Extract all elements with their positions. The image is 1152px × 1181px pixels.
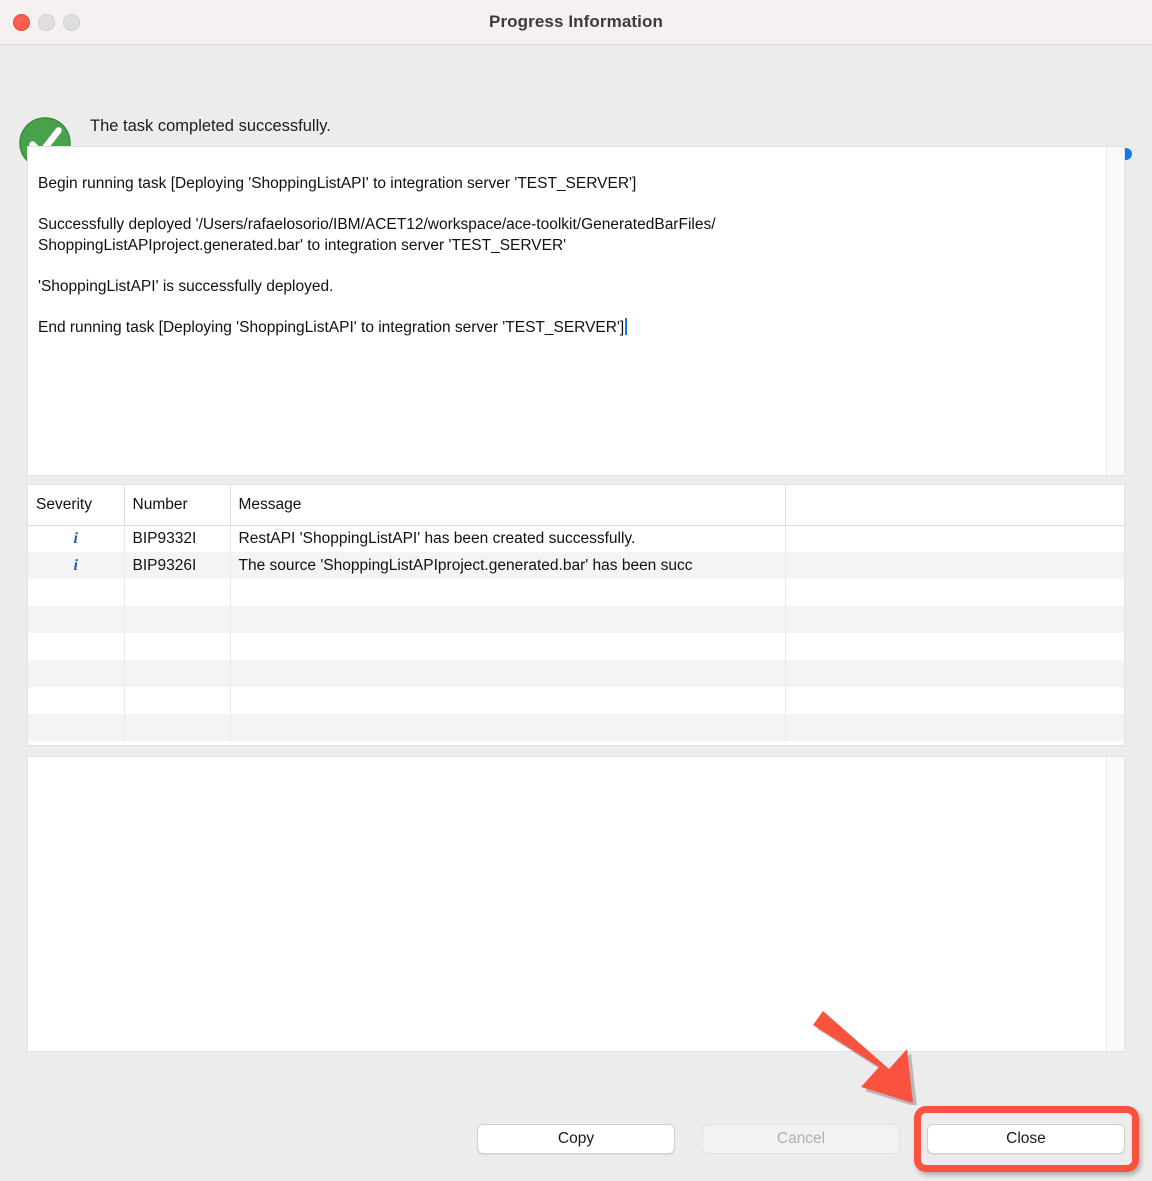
messages-table-body: i BIP9332I RestAPI 'ShoppingListAPI' has b… xyxy=(28,525,1124,741)
empty-cell xyxy=(124,687,231,714)
empty-cell xyxy=(124,579,231,606)
empty-cell xyxy=(124,714,231,741)
empty-cell xyxy=(230,633,786,660)
empty-cell xyxy=(785,552,1124,579)
details-panel-content[interactable] xyxy=(28,757,1106,1051)
log-line-text: End running task [Deploying 'ShoppingLis… xyxy=(38,319,625,336)
messages-table: Severity Number Message i BIP9332I RestAPI… xyxy=(28,485,1124,741)
table-row[interactable]: i BIP9326I The source 'ShoppingListAPIproj… xyxy=(28,552,1124,579)
maximize-window-button[interactable] xyxy=(63,13,80,31)
empty-cell xyxy=(230,606,786,633)
severity-info-icon: i xyxy=(28,525,125,552)
empty-cell xyxy=(230,660,786,687)
titlebar: Progress Information xyxy=(0,0,1152,45)
close-window-button[interactable] xyxy=(13,13,30,31)
empty-cell xyxy=(785,525,1124,552)
text-caret xyxy=(625,318,628,335)
cancel-button: Cancel xyxy=(702,1124,900,1154)
message-number: BIP9326I xyxy=(124,552,231,579)
empty-cell xyxy=(28,660,125,687)
table-row[interactable] xyxy=(28,633,1124,660)
empty-cell xyxy=(124,660,231,687)
status-header: The task completed successfully. xyxy=(0,45,1152,169)
column-header-number[interactable]: Number xyxy=(124,485,231,526)
column-header-message[interactable]: Message xyxy=(230,485,786,526)
table-header-row: Severity Number Message xyxy=(28,485,1124,526)
empty-cell xyxy=(230,687,786,714)
empty-cell xyxy=(785,660,1124,687)
table-row[interactable] xyxy=(28,606,1124,633)
column-header-extra[interactable] xyxy=(785,485,1124,526)
info-icon: i xyxy=(73,529,78,547)
table-row[interactable] xyxy=(28,714,1124,741)
window-controls xyxy=(13,0,80,44)
minimize-window-button[interactable] xyxy=(38,13,55,31)
empty-cell xyxy=(785,579,1124,606)
empty-cell xyxy=(28,579,125,606)
empty-cell xyxy=(230,714,786,741)
log-output-panel[interactable]: Begin running task [Deploying 'ShoppingL… xyxy=(27,146,1125,476)
message-text: RestAPI 'ShoppingListAPI' has been creat… xyxy=(230,525,786,552)
messages-table-panel[interactable]: Severity Number Message i BIP9332I RestAPI… xyxy=(27,484,1125,746)
log-line: 'ShoppingListAPI' is successfully deploy… xyxy=(38,278,334,295)
log-output-text[interactable]: Begin running task [Deploying 'ShoppingL… xyxy=(28,147,1106,475)
column-header-severity[interactable]: Severity xyxy=(28,485,125,526)
empty-cell xyxy=(28,687,125,714)
empty-cell xyxy=(124,633,231,660)
log-line: Begin running task [Deploying 'ShoppingL… xyxy=(38,175,637,192)
status-message: The task completed successfully. xyxy=(90,117,331,135)
message-number: BIP9332I xyxy=(124,525,231,552)
table-row[interactable]: i BIP9332I RestAPI 'ShoppingListAPI' has b… xyxy=(28,525,1124,552)
empty-cell xyxy=(28,606,125,633)
table-row[interactable] xyxy=(28,579,1124,606)
empty-cell xyxy=(230,579,786,606)
empty-cell xyxy=(124,606,231,633)
window-title: Progress Information xyxy=(489,12,663,31)
empty-cell xyxy=(785,714,1124,741)
empty-cell xyxy=(28,633,125,660)
table-row[interactable] xyxy=(28,687,1124,714)
log-vertical-scrollbar[interactable] xyxy=(1106,147,1124,475)
message-text: The source 'ShoppingListAPIproject.gener… xyxy=(230,552,786,579)
severity-info-icon: i xyxy=(28,552,125,579)
progress-information-dialog: Progress Information The task completed … xyxy=(0,0,1152,1181)
empty-cell xyxy=(28,714,125,741)
info-icon: i xyxy=(73,556,78,574)
empty-cell xyxy=(785,606,1124,633)
details-vertical-scrollbar[interactable] xyxy=(1106,757,1124,1051)
empty-cell xyxy=(785,633,1124,660)
details-panel[interactable] xyxy=(27,756,1125,1052)
table-row[interactable] xyxy=(28,660,1124,687)
empty-cell xyxy=(785,687,1124,714)
log-line: Successfully deployed '/Users/rafaelosor… xyxy=(38,216,716,254)
close-button[interactable]: Close xyxy=(927,1124,1125,1154)
log-line-with-caret: End running task [Deploying 'ShoppingLis… xyxy=(38,317,1092,338)
copy-button[interactable]: Copy xyxy=(477,1124,675,1154)
